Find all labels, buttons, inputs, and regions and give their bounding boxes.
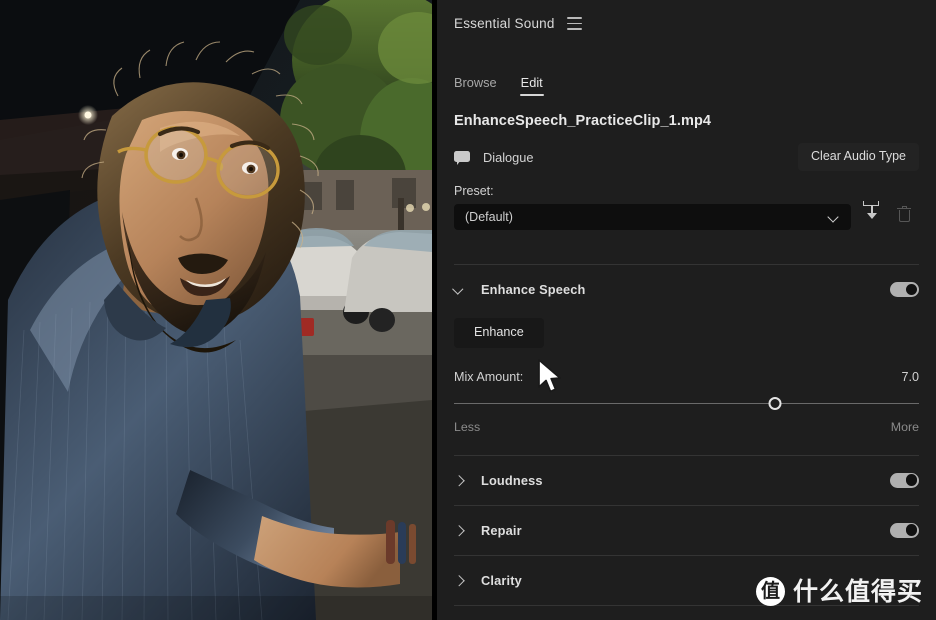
chevron-down-icon xyxy=(454,285,464,295)
mix-amount-value: 7.0 xyxy=(901,369,919,384)
preset-dropdown[interactable]: (Default) xyxy=(454,204,851,230)
divider xyxy=(454,604,919,606)
tab-browse[interactable]: Browse xyxy=(454,75,497,96)
preset-row: (Default) xyxy=(437,198,936,230)
slider-range-labels: Less More xyxy=(437,411,936,434)
enhance-button[interactable]: Enhance xyxy=(454,318,544,348)
chevron-down-icon xyxy=(829,213,838,222)
video-preview[interactable] xyxy=(0,0,432,620)
section-title-enhance-speech: Enhance Speech xyxy=(481,282,586,297)
essential-sound-panel: Essential Sound Browse Edit EnhanceSpeec… xyxy=(437,0,936,620)
section-clarity[interactable]: Clarity xyxy=(437,556,936,605)
audio-type-row: Dialogue Clear Audio Type xyxy=(437,129,936,171)
delete-preset-button[interactable] xyxy=(897,206,919,228)
clip-name: EnhanceSpeech_PracticeClip_1.mp4 xyxy=(454,113,712,129)
video-preview-image xyxy=(0,0,432,620)
section-enhance-speech[interactable]: Enhance Speech xyxy=(437,265,936,314)
toggle-repair[interactable] xyxy=(890,522,919,538)
slider-thumb[interactable] xyxy=(768,396,782,410)
toggle-enhance-speech[interactable] xyxy=(890,282,919,297)
section-repair[interactable]: Repair xyxy=(437,506,936,555)
mix-amount-row: Mix Amount: 7.0 xyxy=(437,348,936,384)
section-title-loudness: Loudness xyxy=(481,472,543,488)
slider-min-label: Less xyxy=(454,419,481,434)
chevron-right-icon xyxy=(454,475,464,485)
section-loudness[interactable]: Loudness xyxy=(437,456,936,505)
speech-bubble-icon xyxy=(454,150,470,165)
app-root: Essential Sound Browse Edit EnhanceSpeec… xyxy=(0,0,936,620)
clear-audio-type-button[interactable]: Clear Audio Type xyxy=(798,143,919,171)
save-preset-button[interactable] xyxy=(863,201,885,228)
slider-track xyxy=(454,402,919,405)
preset-selected-value: (Default) xyxy=(465,210,513,224)
mix-amount-label: Mix Amount: xyxy=(454,369,524,384)
panel-tabs: Browse Edit xyxy=(437,46,936,96)
preset-label: Preset: xyxy=(454,184,494,198)
chevron-right-icon xyxy=(454,575,464,585)
mix-amount-slider[interactable] xyxy=(454,396,919,411)
chevron-right-icon xyxy=(454,525,464,535)
toggle-loudness[interactable] xyxy=(890,472,919,488)
section-title-clarity: Clarity xyxy=(481,572,522,588)
audio-type-label: Dialogue xyxy=(483,149,534,165)
section-title-repair: Repair xyxy=(481,522,522,538)
slider-max-label: More xyxy=(890,419,919,434)
hamburger-menu-icon[interactable] xyxy=(566,16,582,30)
panel-title: Essential Sound xyxy=(454,15,555,31)
tab-edit[interactable]: Edit xyxy=(519,75,544,96)
enhance-row: Enhance xyxy=(437,314,936,348)
panel-header: Essential Sound xyxy=(437,0,936,46)
